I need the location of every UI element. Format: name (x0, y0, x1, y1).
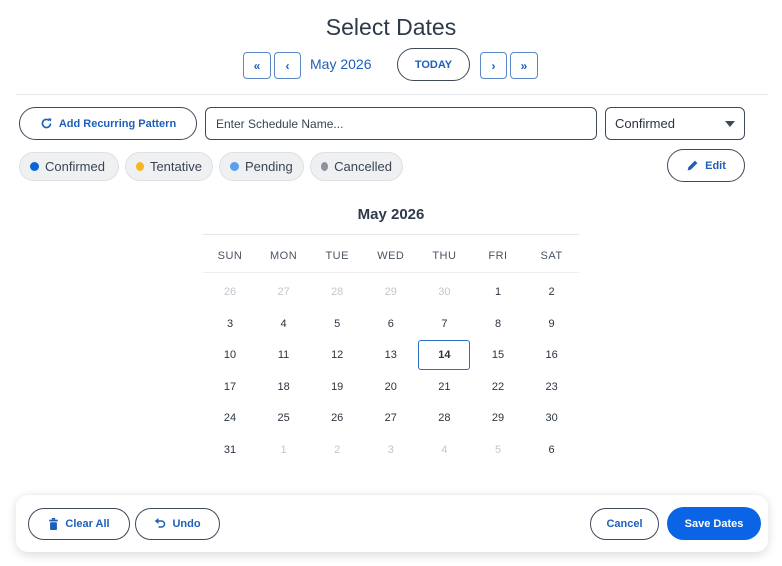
calendar-day[interactable]: 1 (257, 440, 311, 460)
calendar-day[interactable]: 24 (203, 408, 257, 428)
calendar-day[interactable]: 6 (364, 314, 418, 334)
legend-label: Tentative (149, 159, 202, 174)
calendar-day[interactable]: 8 (471, 314, 525, 334)
save-dates-button[interactable]: Save Dates (667, 507, 761, 540)
calendar-day[interactable]: 15 (471, 345, 525, 365)
calendar-title-divider (203, 234, 579, 235)
chevron-right-icon: › (491, 58, 496, 73)
calendar-day[interactable]: 28 (417, 408, 471, 428)
calendar-day[interactable]: 4 (257, 314, 311, 334)
calendar-day[interactable]: 25 (257, 408, 311, 428)
status-select[interactable]: Confirmed (605, 107, 745, 140)
trash-icon (49, 518, 59, 530)
current-month-label: May 2026 (310, 56, 372, 72)
calendar-day[interactable]: 17 (203, 377, 257, 397)
legend-pending: Pending (219, 152, 304, 181)
first-month-button[interactable]: « (243, 52, 271, 79)
status-select-value: Confirmed (615, 116, 675, 131)
calendar-day[interactable]: 10 (203, 345, 257, 365)
calendar-day[interactable]: 9 (525, 314, 579, 334)
calendar-day[interactable]: 12 (310, 345, 364, 365)
calendar-day[interactable]: 5 (310, 314, 364, 334)
legend-label: Pending (245, 159, 293, 174)
calendar-day[interactable]: 1 (471, 282, 525, 302)
calendar-day[interactable]: 11 (257, 345, 311, 365)
next-month-button[interactable]: › (480, 52, 507, 79)
weekday-label: TUE (325, 250, 349, 262)
weekday-label: WED (377, 250, 405, 262)
prev-month-button[interactable]: ‹ (274, 52, 301, 79)
page-title: Select Dates (325, 14, 457, 40)
edit-label: Edit (705, 159, 726, 172)
weekday-label: THU (432, 250, 457, 262)
add-recurring-pattern-label: Add Recurring Pattern (58, 117, 177, 130)
undo-icon (155, 518, 166, 528)
weekday-label: FRI (488, 250, 508, 262)
calendar-day[interactable]: 23 (525, 377, 579, 397)
calendar-day[interactable]: 13 (364, 345, 418, 365)
weekday-divider (203, 272, 579, 273)
calendar-day[interactable]: 29 (471, 408, 525, 428)
double-chevron-left-icon: « (253, 58, 261, 73)
calendar-day-selected[interactable]: 14 (418, 340, 471, 371)
legend-label: Cancelled (334, 159, 392, 174)
calendar-day[interactable]: 27 (257, 282, 311, 302)
calendar-day[interactable]: 3 (203, 314, 257, 334)
calendar-day[interactable]: 4 (417, 440, 471, 460)
clear-all-label: Clear All (65, 518, 110, 530)
calendar-day[interactable]: 22 (471, 377, 525, 397)
legend-tentative: Tentative (125, 152, 213, 181)
calendar-day[interactable]: 3 (364, 440, 418, 460)
calendar-day[interactable]: 16 (525, 345, 579, 365)
calendar-day[interactable]: 27 (364, 408, 418, 428)
header-divider (16, 94, 768, 95)
calendar-day[interactable]: 20 (364, 377, 418, 397)
legend-confirmed: Confirmed (19, 152, 119, 181)
calendar-day[interactable]: 26 (310, 408, 364, 428)
calendar-day[interactable]: 30 (525, 408, 579, 428)
month-navigation: « ‹ May 2026 TODAY › » (0, 48, 782, 81)
calendar-day[interactable]: 28 (310, 282, 364, 302)
clear-all-button[interactable]: Clear All (28, 508, 130, 540)
undo-button[interactable]: Undo (135, 508, 220, 540)
legend-label: Confirmed (45, 159, 105, 174)
chevron-left-icon: ‹ (285, 58, 290, 73)
pending-dot-icon (230, 162, 239, 171)
confirmed-dot-icon (30, 162, 39, 171)
weekday-label: SUN (217, 250, 243, 262)
undo-label: Undo (172, 518, 201, 530)
cancel-label: Cancel (606, 518, 643, 530)
double-chevron-right-icon: » (520, 58, 528, 73)
calendar-day[interactable]: 5 (471, 440, 525, 460)
cancelled-dot-icon (321, 162, 329, 171)
weekday-label: SAT (540, 250, 563, 262)
calendar-day[interactable]: 18 (257, 377, 311, 397)
legend-cancelled: Cancelled (310, 152, 403, 181)
cancel-button[interactable]: Cancel (590, 508, 659, 540)
tentative-dot-icon (136, 162, 144, 171)
calendar-day[interactable]: 31 (203, 440, 257, 460)
calendar-month-title: May 2026 (357, 206, 425, 223)
edit-button[interactable]: Edit (667, 149, 745, 182)
calendar-day[interactable]: 21 (417, 377, 471, 397)
schedule-name-input[interactable] (205, 107, 597, 140)
calendar-day[interactable]: 2 (310, 440, 364, 460)
calendar-day[interactable]: 2 (525, 282, 579, 302)
pencil-icon (687, 160, 698, 171)
calendar-day[interactable]: 7 (417, 314, 471, 334)
add-recurring-pattern-button[interactable]: Add Recurring Pattern (19, 107, 197, 140)
caret-down-icon (725, 120, 735, 127)
today-button[interactable]: TODAY (397, 48, 470, 81)
calendar-day[interactable]: 29 (364, 282, 418, 302)
last-month-button[interactable]: » (510, 52, 538, 79)
calendar-day[interactable]: 26 (203, 282, 257, 302)
weekday-label: MON (270, 250, 298, 262)
calendar-day[interactable]: 19 (310, 377, 364, 397)
refresh-icon (41, 118, 52, 129)
calendar-day[interactable]: 30 (417, 282, 471, 302)
calendar-day[interactable]: 6 (525, 440, 579, 460)
